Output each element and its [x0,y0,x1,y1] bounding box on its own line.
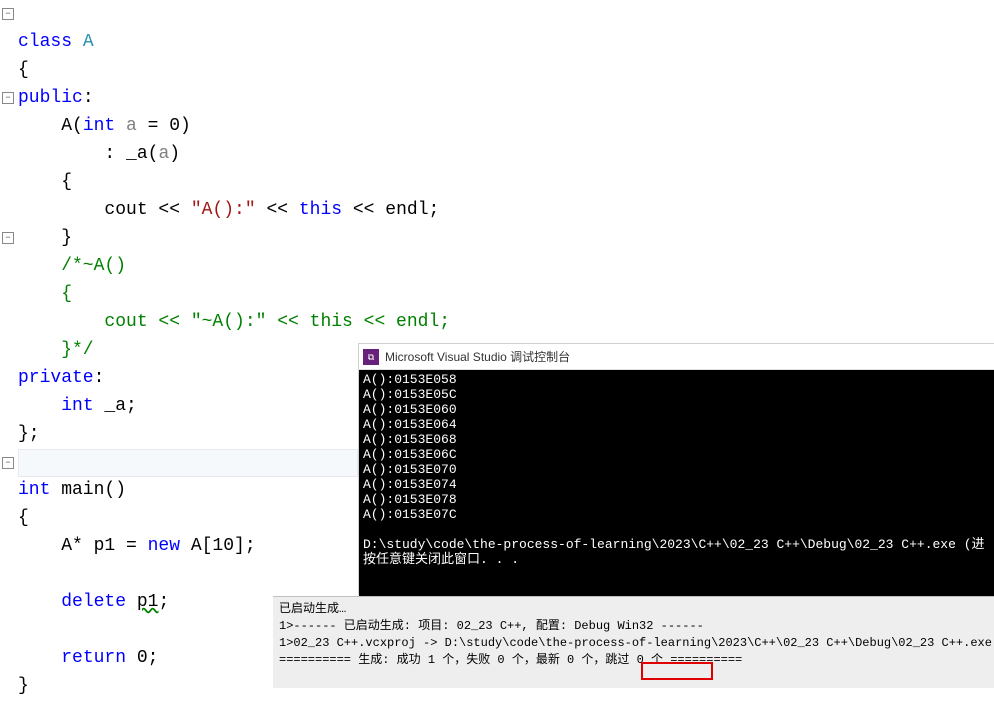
comment: cout << "~A():" << this << endl; [18,312,450,332]
console-line: A():0153E074 [363,477,457,492]
fold-icon[interactable]: − [2,8,14,20]
keyword: private [18,368,94,388]
code-text [126,592,137,612]
keyword: new [148,536,180,556]
string-literal: "A():" [191,200,256,220]
console-line: A():0153E07C [363,507,457,522]
console-line: A():0153E068 [363,432,457,447]
code-text [18,592,61,612]
console-line: A():0153E06C [363,447,457,462]
code-text: _a [126,144,148,164]
output-line: 1>02_23 C++.vcxproj -> D:\study\code\the… [279,636,992,650]
debug-console-window[interactable]: ⧉ Microsoft Visual Studio 调试控制台 A():0153… [358,343,994,595]
console-title-text: Microsoft Visual Studio 调试控制台 [385,348,570,365]
param: a [158,144,169,164]
code-text: << [256,200,299,220]
console-line: D:\study\code\the-process-of-learning\20… [363,537,985,552]
code-text: { [18,508,29,528]
code-text: ; [158,592,169,612]
code-text: } [18,676,29,696]
warning-squiggle: p1 [137,592,159,612]
output-line: 1>------ 已启动生成: 项目: 02_23 C++, 配置: Debug… [279,619,704,633]
code-text: main() [50,480,126,500]
output-line: 已启动生成… [279,602,346,616]
console-line: A():0153E064 [363,417,457,432]
code-text: A[10]; [180,536,256,556]
code-text: : [18,144,126,164]
type-name: A [72,32,94,52]
fold-gutter: − − − − [0,0,16,168]
code-text: _a; [94,396,137,416]
code-text: { [18,60,29,80]
code-text: } [18,228,72,248]
code-text: ) [169,144,180,164]
code-text: 0; [126,648,158,668]
console-line: A():0153E078 [363,492,457,507]
comment: /*~A() [18,256,126,276]
code-text: << endl; [342,200,439,220]
keyword: public [18,88,83,108]
code-text: }; [18,424,40,444]
console-line: A():0153E060 [363,402,457,417]
keyword: this [299,200,342,220]
keyword: int [61,396,93,416]
console-line: A():0153E058 [363,372,457,387]
fold-icon[interactable]: − [2,232,14,244]
keyword: class [18,32,72,52]
code-text: cout << [18,200,191,220]
code-editor[interactable]: − − − − class A { public: A(int a = 0) :… [0,0,994,84]
code-text [18,648,61,668]
code-text: : [83,88,94,108]
console-line: 按任意键关闭此窗口. . . [363,552,519,567]
code-text: ( [148,144,159,164]
code-text: A( [18,116,83,136]
output-line: ========== 生成: 成功 1 个，失败 0 个，最新 0 个，跳过 0… [279,653,742,667]
console-output[interactable]: A():0153E058 A():0153E05C A():0153E060 A… [359,370,994,596]
keyword: return [61,648,126,668]
code-text: A* p1 = [18,536,148,556]
console-line: A():0153E070 [363,462,457,477]
fold-icon[interactable]: − [2,457,14,469]
build-output-panel[interactable]: 已启动生成… 1>------ 已启动生成: 项目: 02_23 C++, 配置… [273,596,994,688]
comment: }*/ [18,340,94,360]
param: a [126,116,137,136]
console-line: A():0153E05C [363,387,457,402]
code-text [18,396,61,416]
vs-icon: ⧉ [363,349,379,365]
code-text: { [18,172,72,192]
fold-icon[interactable]: − [2,92,14,104]
keyword: int [83,116,115,136]
comment: { [18,284,72,304]
keyword: int [18,480,50,500]
code-text: : [94,368,105,388]
keyword: delete [61,592,126,612]
console-titlebar[interactable]: ⧉ Microsoft Visual Studio 调试控制台 [359,344,994,370]
